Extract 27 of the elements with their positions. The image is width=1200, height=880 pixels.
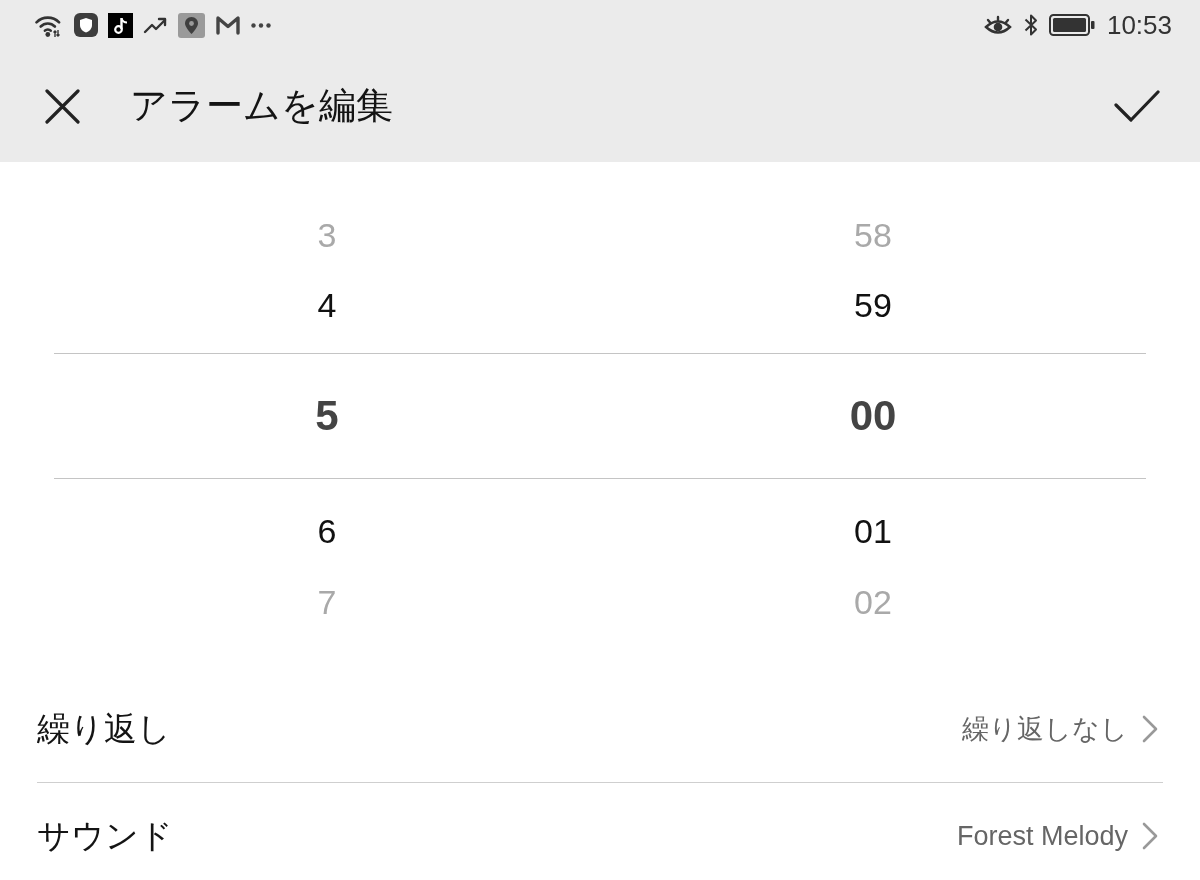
wheel-option[interactable]: 01 bbox=[854, 512, 892, 552]
wheel-option[interactable]: 6 bbox=[317, 512, 337, 552]
setting-label: サウンド bbox=[37, 815, 173, 856]
status-time: 10:53 bbox=[1106, 9, 1172, 41]
close-button[interactable] bbox=[45, 88, 80, 124]
setting-label: 繰り返し bbox=[37, 708, 171, 749]
check-icon bbox=[1114, 90, 1160, 122]
map-pin-icon bbox=[178, 12, 205, 38]
setting-value-button[interactable]: 繰り返しなし bbox=[962, 711, 1158, 747]
wheel-option[interactable]: 59 bbox=[854, 286, 892, 326]
trend-arrow-icon bbox=[143, 16, 168, 34]
confirm-button[interactable] bbox=[1114, 90, 1160, 122]
wheel-option[interactable]: 00 bbox=[849, 391, 897, 441]
chevron-right-icon bbox=[1142, 822, 1158, 850]
music-note-icon bbox=[108, 12, 133, 38]
eye-icon bbox=[982, 14, 1013, 36]
more-dots-icon bbox=[251, 22, 271, 28]
setting-value-button[interactable]: Forest Melody bbox=[956, 820, 1158, 852]
screen-title: アラームを編集 bbox=[130, 83, 393, 128]
battery-icon bbox=[1048, 14, 1095, 36]
m-logo-icon bbox=[215, 15, 241, 35]
bluetooth-icon bbox=[1022, 12, 1039, 38]
wheel-option[interactable]: 4 bbox=[317, 286, 337, 326]
chevron-right-icon bbox=[1142, 715, 1158, 743]
wheel-option[interactable]: 5 bbox=[315, 391, 339, 441]
shield-icon bbox=[74, 13, 98, 37]
close-icon bbox=[45, 88, 80, 124]
